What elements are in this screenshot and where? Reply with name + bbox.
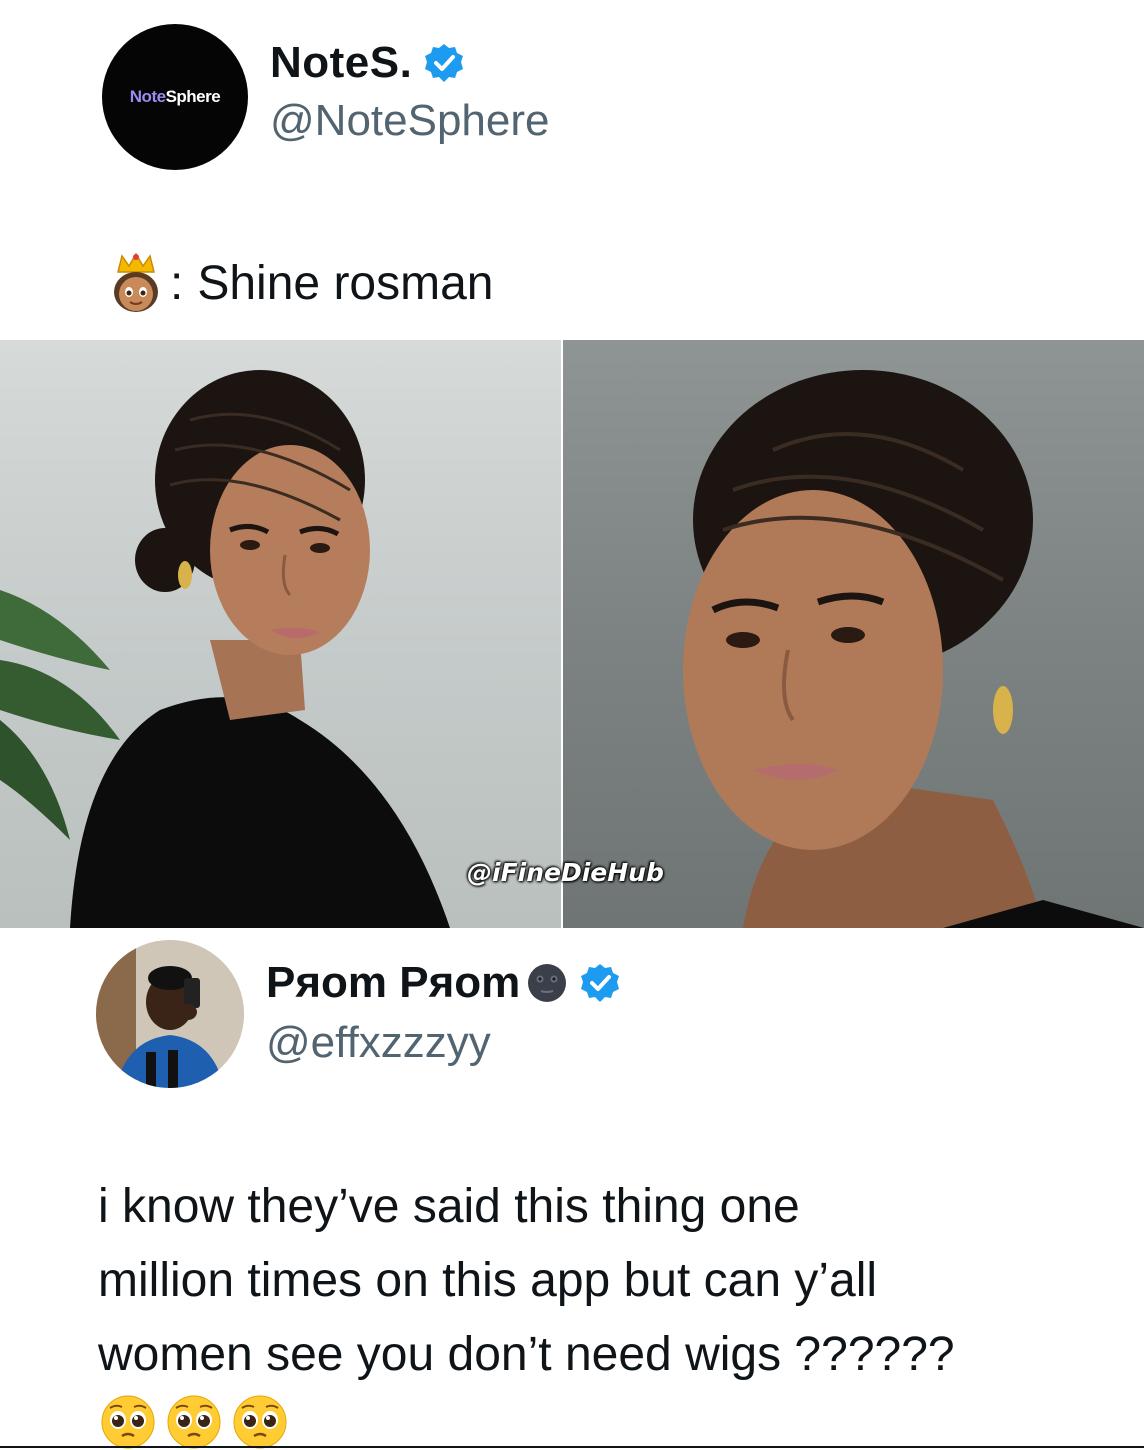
reply-post-header: Pяom Pяom @effxzzzyy	[96, 940, 996, 1090]
caption-colon: :	[170, 256, 184, 310]
avatar[interactable]	[96, 940, 244, 1088]
handle[interactable]: @effxzzzyy	[266, 1018, 491, 1068]
photo-right[interactable]	[563, 340, 1144, 928]
display-name[interactable]: Pяom Pяom	[266, 958, 520, 1008]
new-moon-face-emoji-icon	[528, 964, 567, 1002]
portrait-photo-left	[0, 370, 450, 928]
verified-badge-icon	[425, 44, 464, 82]
pleading-face-emoji-icon	[101, 1395, 155, 1449]
watermark: @iFineDieHub	[467, 858, 664, 887]
notesphere-logo: NoteSphere	[129, 87, 221, 106]
handle[interactable]: @NoteSphere	[270, 96, 550, 146]
pleading-face-emoji-icon	[167, 1395, 221, 1449]
reply-name-line: Pяom Pяom	[266, 958, 620, 1008]
reply-text: i know they’ve said this thing one milli…	[98, 1170, 1078, 1392]
reply-text-line: women see you don’t need wigs ??????	[98, 1328, 955, 1381]
caption-text: Shine rosman	[197, 256, 494, 310]
display-name[interactable]: NoteS.	[270, 38, 412, 88]
reply-text-line: i know they’ve said this thing one	[98, 1180, 800, 1233]
avatar[interactable]: NoteSphere	[102, 24, 248, 170]
verified-badge-icon	[581, 964, 620, 1002]
name-line: NoteS.	[270, 38, 464, 88]
post-photos: @iFineDieHub	[0, 340, 1144, 928]
portrait-photo-right	[683, 370, 1144, 928]
reply-text-line: million times on this app but can y’all	[98, 1254, 878, 1307]
original-post-header: NoteSphere NoteS. @NoteSphere	[102, 24, 1002, 174]
crown-woman-emoji-icon	[114, 252, 158, 312]
post-caption: : Shine rosman	[108, 252, 494, 314]
avatar-photo	[96, 940, 244, 1088]
reply-emoji-row	[100, 1394, 288, 1450]
pleading-face-emoji-icon	[233, 1395, 287, 1449]
photo-left[interactable]	[0, 340, 561, 928]
